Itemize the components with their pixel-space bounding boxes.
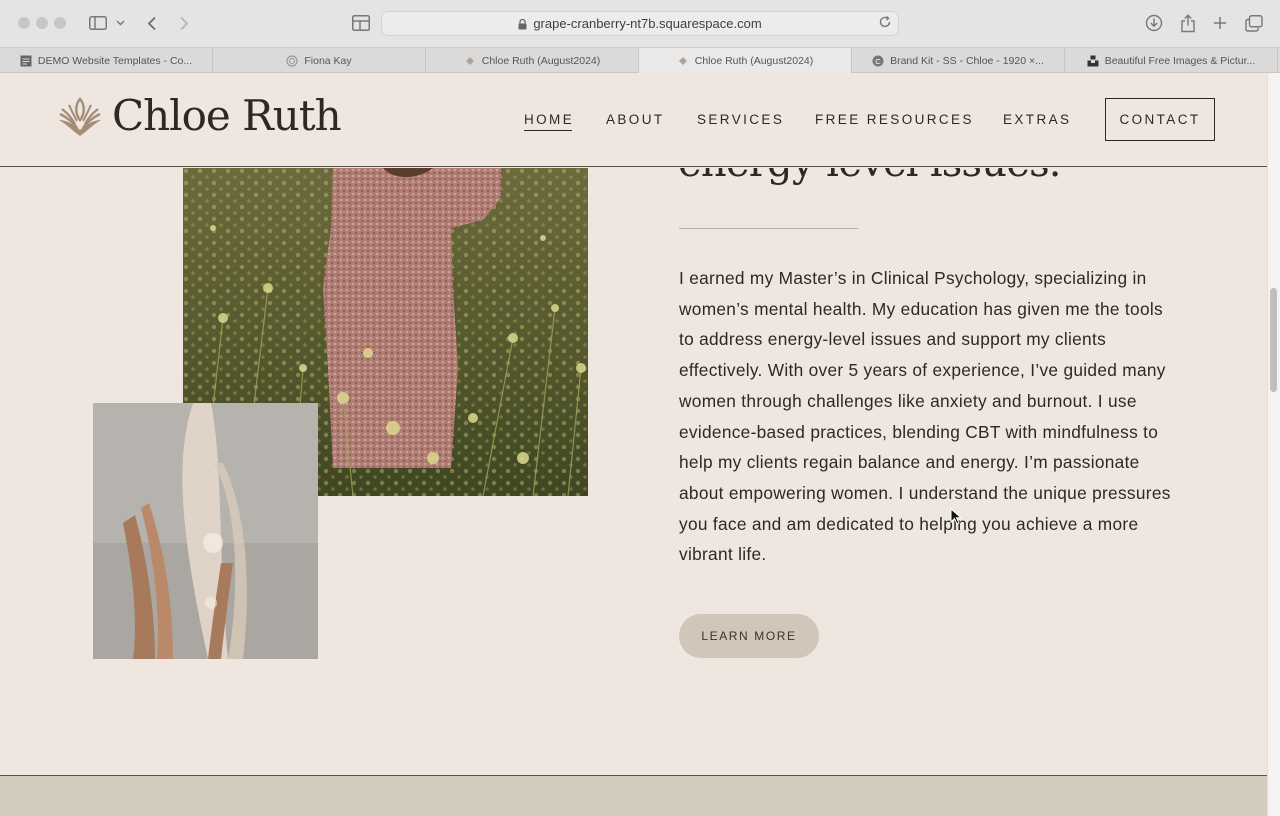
nav-home[interactable]: HOME [524,112,574,131]
browser-tab-active[interactable]: Chloe Ruth (August2024) [639,48,852,73]
back-icon[interactable] [140,11,164,35]
nav-extras[interactable]: EXTRAS [1003,112,1071,127]
diamond-icon [464,55,476,67]
new-tab-icon[interactable] [1208,11,1232,35]
chevron-down-icon[interactable] [112,11,128,35]
forward-icon[interactable] [172,11,196,35]
tab-label: Chloe Ruth (August2024) [481,54,601,67]
scrollbar-track[interactable] [1267,73,1280,816]
nav-about[interactable]: ABOUT [606,112,665,127]
about-section: energy-level issues. I earned my Master’… [0,168,1267,775]
diamond-icon [677,55,689,67]
scrollbar-thumb[interactable] [1270,288,1277,392]
close-window-button[interactable] [18,17,30,29]
tab-label: Brand Kit - SS - Chloe - 1920 ×... [890,54,1044,67]
divider [679,228,858,229]
browser-tab[interactable]: Fiona Kay [213,48,426,73]
browser-tab[interactable]: DEMO Website Templates - Co... [0,48,213,73]
mouse-cursor-icon [950,508,962,525]
tab-overview-icon[interactable] [349,11,373,35]
tab-label: DEMO Website Templates - Co... [37,54,193,67]
share-icon[interactable] [1176,11,1200,35]
tab-label: Beautiful Free Images & Pictur... [1104,54,1256,67]
learn-more-button[interactable]: LEARN MORE [679,614,819,658]
circle-icon [286,54,298,67]
site-header: Chloe Ruth HOME ABOUT SERVICES FREE RESO… [0,73,1267,167]
lock-icon [518,18,527,30]
nav-free-resources[interactable]: FREE RESOURCES [815,112,974,127]
browser-tab[interactable]: Chloe Ruth (August2024) [426,48,639,73]
browser-tab[interactable]: C Brand Kit - SS - Chloe - 1920 ×... [852,48,1065,73]
sidebar-toggle-icon[interactable] [86,11,110,35]
next-section-band [0,775,1267,816]
canva-icon: C [872,55,884,67]
tab-label: Fiona Kay [304,54,352,67]
tab-label: Chloe Ruth (August2024) [694,54,814,67]
zoom-window-button[interactable] [54,17,66,29]
tab-bar: DEMO Website Templates - Co... Fiona Kay… [0,47,1280,73]
address-bar[interactable]: grape-cranberry-nt7b.squarespace.com [381,11,899,36]
show-all-tabs-icon[interactable] [1242,11,1266,35]
unsplash-icon [1087,55,1099,67]
browser-toolbar: grape-cranberry-nt7b.squarespace.com [0,0,1280,47]
about-paragraph: I earned my Master’s in Clinical Psychol… [679,268,1171,565]
pampas-grass-photo [93,403,318,659]
reload-icon[interactable] [878,15,892,32]
document-icon [20,55,32,67]
svg-text:C: C [875,56,881,65]
lotus-logo-icon[interactable] [56,95,104,139]
nav-services[interactable]: SERVICES [697,112,784,127]
site-logo-text[interactable]: Chloe Ruth [112,91,342,140]
section-heading: energy-level issues. [678,168,1062,186]
downloads-icon[interactable] [1142,11,1166,35]
contact-button[interactable]: CONTACT [1105,98,1215,141]
minimize-window-button[interactable] [36,17,48,29]
url-text: grape-cranberry-nt7b.squarespace.com [533,16,762,31]
browser-tab[interactable]: Beautiful Free Images & Pictur... [1065,48,1278,73]
